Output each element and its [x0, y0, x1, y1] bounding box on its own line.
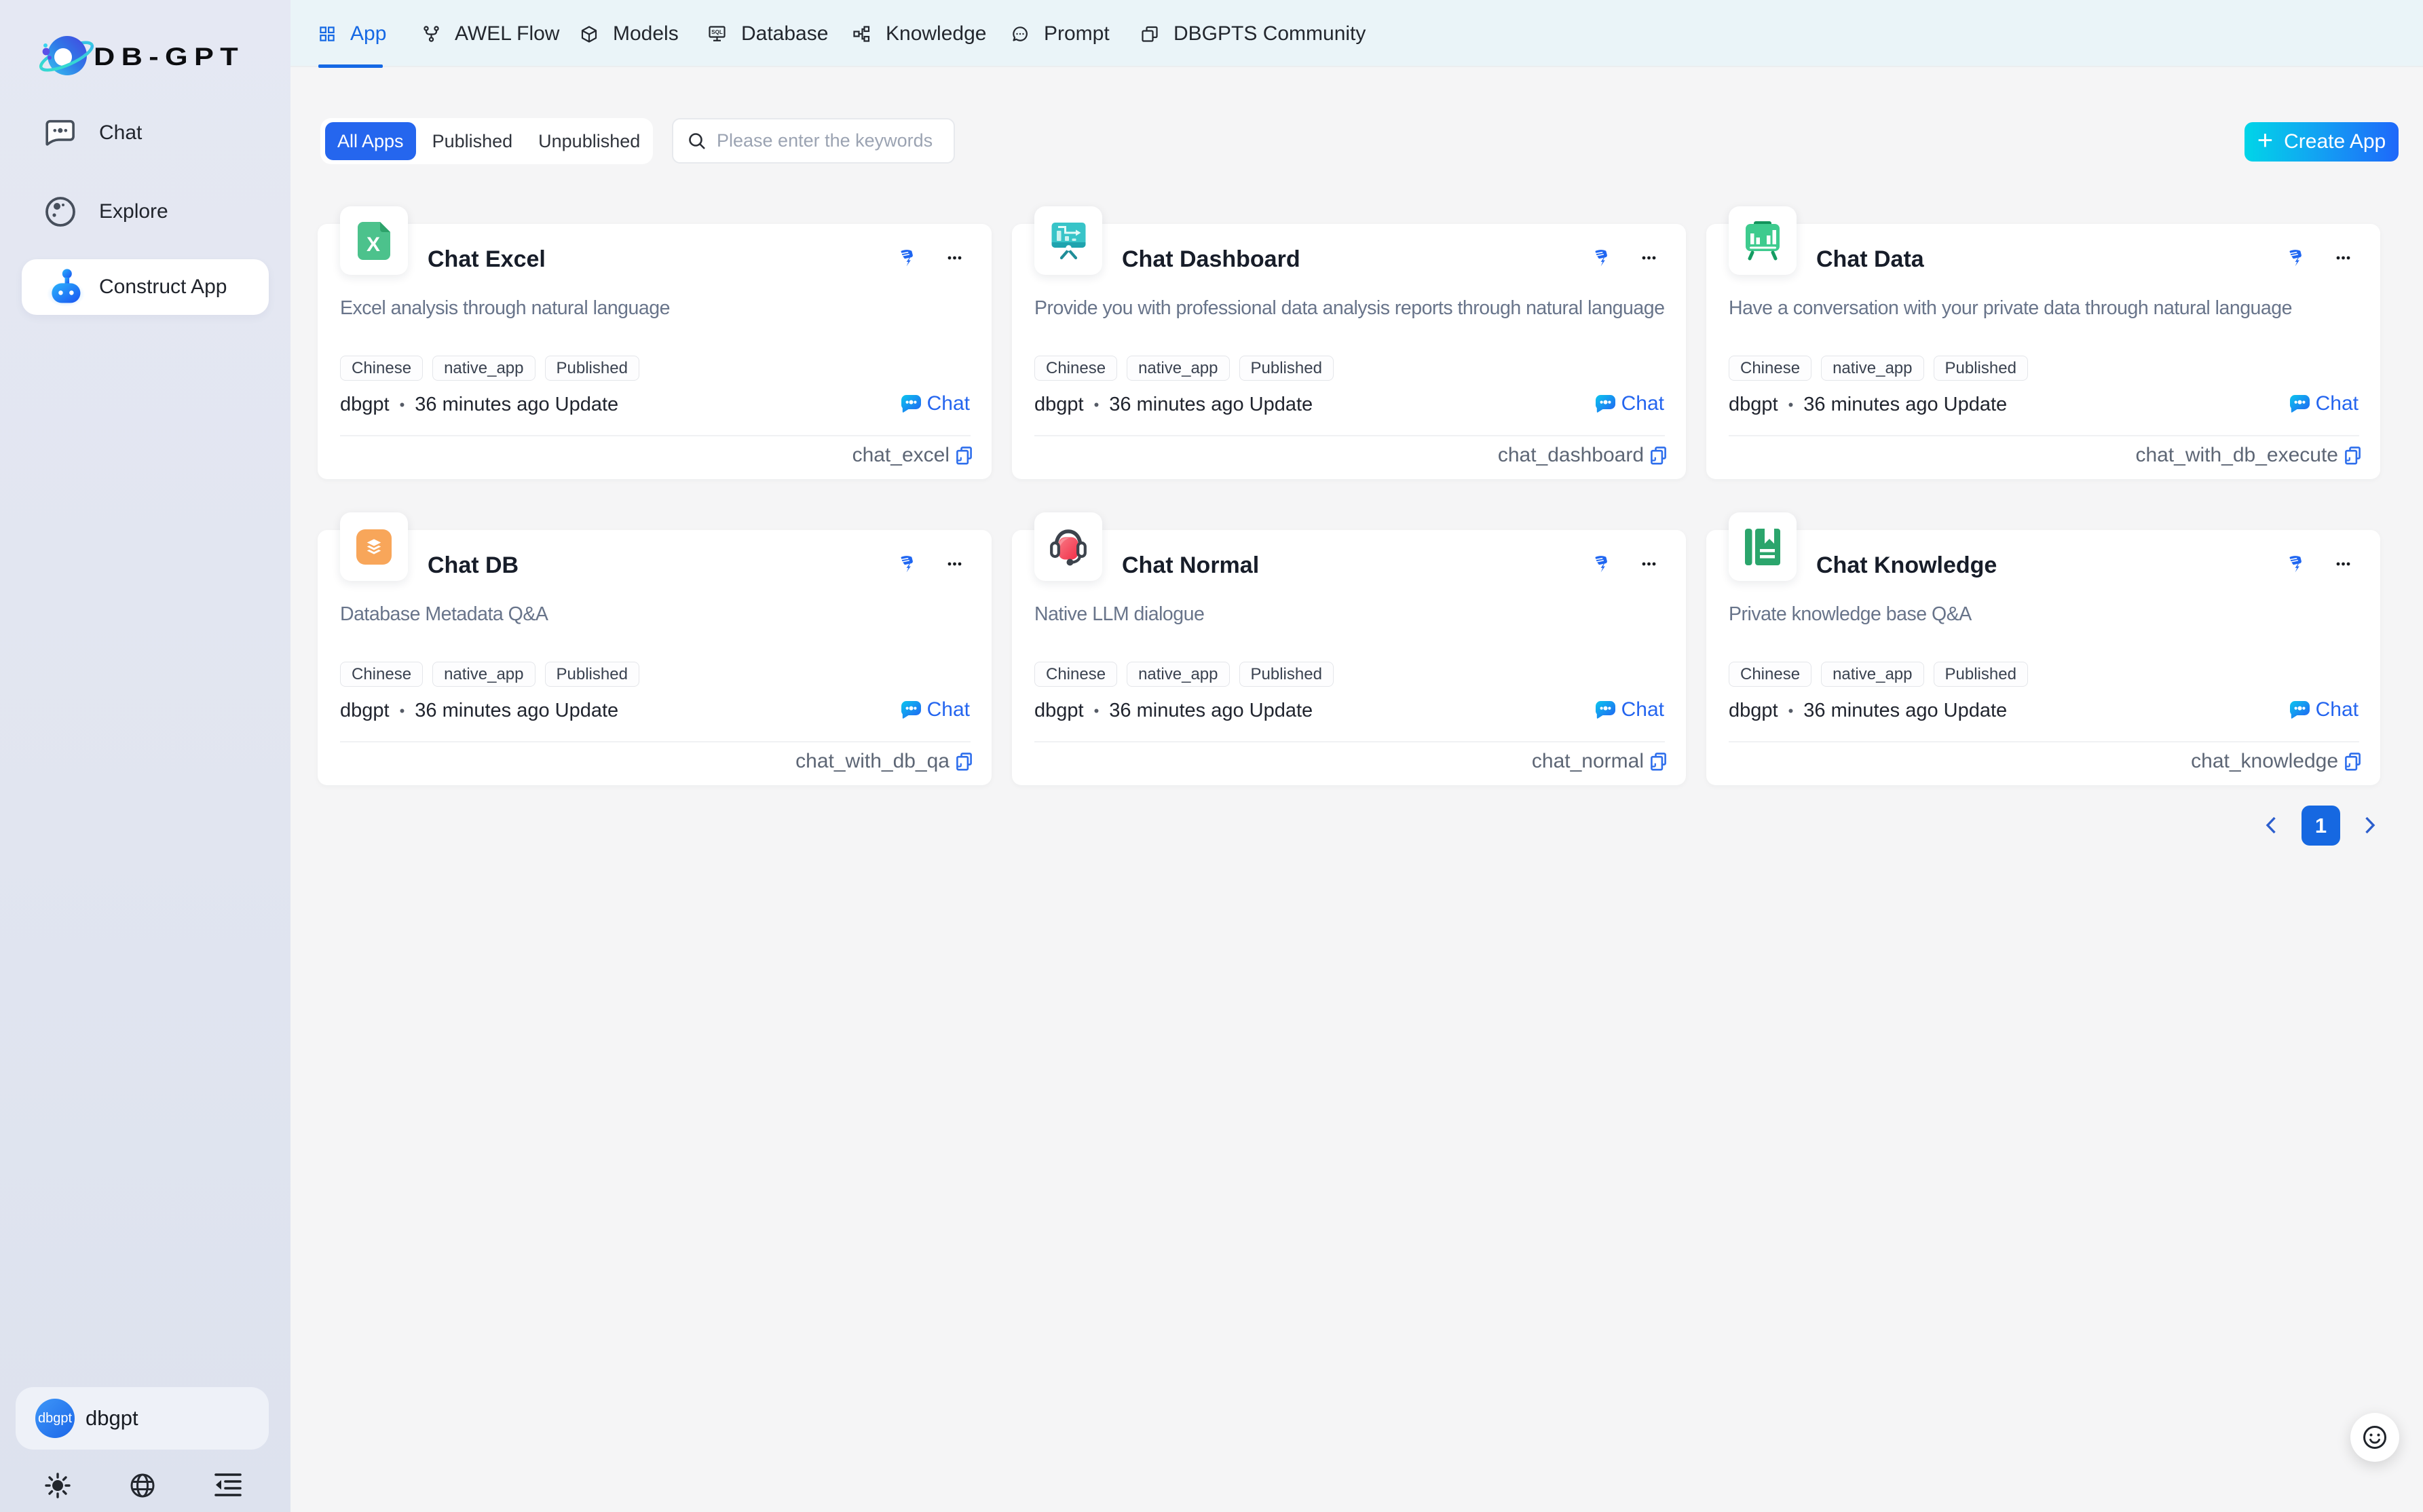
svg-text:SQL: SQL [711, 29, 723, 35]
svg-text:DB-GPT: DB-GPT [94, 43, 244, 71]
svg-text:X: X [367, 233, 380, 256]
